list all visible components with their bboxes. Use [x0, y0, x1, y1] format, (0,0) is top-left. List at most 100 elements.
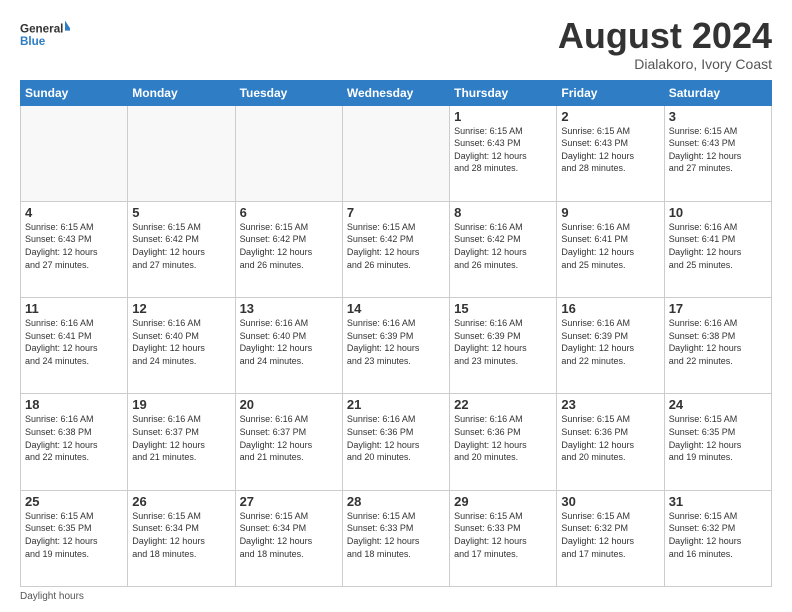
main-title: August 2024	[558, 16, 772, 56]
day-header-monday: Monday	[128, 80, 235, 105]
day-info: Sunrise: 6:15 AM Sunset: 6:43 PM Dayligh…	[561, 125, 659, 175]
title-block: August 2024 Dialakoro, Ivory Coast	[558, 16, 772, 72]
day-number: 19	[132, 397, 230, 412]
day-cell	[342, 105, 449, 201]
day-number: 25	[25, 494, 123, 509]
day-info: Sunrise: 6:16 AM Sunset: 6:37 PM Dayligh…	[132, 413, 230, 463]
footer: Daylight hours	[20, 591, 772, 602]
day-cell: 15Sunrise: 6:16 AM Sunset: 6:39 PM Dayli…	[450, 298, 557, 394]
day-number: 13	[240, 301, 338, 316]
day-number: 9	[561, 205, 659, 220]
day-info: Sunrise: 6:16 AM Sunset: 6:41 PM Dayligh…	[561, 221, 659, 271]
day-info: Sunrise: 6:15 AM Sunset: 6:42 PM Dayligh…	[240, 221, 338, 271]
week-row-4: 18Sunrise: 6:16 AM Sunset: 6:38 PM Dayli…	[21, 394, 772, 490]
day-info: Sunrise: 6:15 AM Sunset: 6:35 PM Dayligh…	[25, 510, 123, 560]
day-number: 1	[454, 109, 552, 124]
day-cell: 17Sunrise: 6:16 AM Sunset: 6:38 PM Dayli…	[664, 298, 771, 394]
day-cell: 30Sunrise: 6:15 AM Sunset: 6:32 PM Dayli…	[557, 490, 664, 586]
day-info: Sunrise: 6:15 AM Sunset: 6:34 PM Dayligh…	[240, 510, 338, 560]
day-header-sunday: Sunday	[21, 80, 128, 105]
day-number: 12	[132, 301, 230, 316]
day-info: Sunrise: 6:15 AM Sunset: 6:43 PM Dayligh…	[669, 125, 767, 175]
day-cell: 26Sunrise: 6:15 AM Sunset: 6:34 PM Dayli…	[128, 490, 235, 586]
day-cell: 22Sunrise: 6:16 AM Sunset: 6:36 PM Dayli…	[450, 394, 557, 490]
day-cell: 1Sunrise: 6:15 AM Sunset: 6:43 PM Daylig…	[450, 105, 557, 201]
subtitle: Dialakoro, Ivory Coast	[558, 56, 772, 72]
day-number: 18	[25, 397, 123, 412]
day-number: 16	[561, 301, 659, 316]
day-cell: 3Sunrise: 6:15 AM Sunset: 6:43 PM Daylig…	[664, 105, 771, 201]
day-number: 15	[454, 301, 552, 316]
day-cell: 29Sunrise: 6:15 AM Sunset: 6:33 PM Dayli…	[450, 490, 557, 586]
header: General Blue August 2024 Dialakoro, Ivor…	[20, 16, 772, 72]
day-info: Sunrise: 6:16 AM Sunset: 6:41 PM Dayligh…	[669, 221, 767, 271]
day-cell: 6Sunrise: 6:15 AM Sunset: 6:42 PM Daylig…	[235, 201, 342, 297]
day-info: Sunrise: 6:15 AM Sunset: 6:36 PM Dayligh…	[561, 413, 659, 463]
logo-svg: General Blue	[20, 16, 70, 52]
footer-label: Daylight hours	[20, 591, 84, 602]
day-cell: 20Sunrise: 6:16 AM Sunset: 6:37 PM Dayli…	[235, 394, 342, 490]
day-cell: 9Sunrise: 6:16 AM Sunset: 6:41 PM Daylig…	[557, 201, 664, 297]
day-cell: 7Sunrise: 6:15 AM Sunset: 6:42 PM Daylig…	[342, 201, 449, 297]
day-info: Sunrise: 6:16 AM Sunset: 6:39 PM Dayligh…	[561, 317, 659, 367]
day-number: 17	[669, 301, 767, 316]
svg-text:General: General	[20, 22, 63, 35]
day-header-thursday: Thursday	[450, 80, 557, 105]
day-info: Sunrise: 6:15 AM Sunset: 6:35 PM Dayligh…	[669, 413, 767, 463]
day-number: 2	[561, 109, 659, 124]
day-cell: 16Sunrise: 6:16 AM Sunset: 6:39 PM Dayli…	[557, 298, 664, 394]
header-row: SundayMondayTuesdayWednesdayThursdayFrid…	[21, 80, 772, 105]
day-cell: 31Sunrise: 6:15 AM Sunset: 6:32 PM Dayli…	[664, 490, 771, 586]
day-info: Sunrise: 6:16 AM Sunset: 6:39 PM Dayligh…	[454, 317, 552, 367]
day-number: 23	[561, 397, 659, 412]
day-number: 28	[347, 494, 445, 509]
day-info: Sunrise: 6:15 AM Sunset: 6:43 PM Dayligh…	[454, 125, 552, 175]
day-number: 29	[454, 494, 552, 509]
day-number: 31	[669, 494, 767, 509]
day-info: Sunrise: 6:15 AM Sunset: 6:33 PM Dayligh…	[347, 510, 445, 560]
day-number: 30	[561, 494, 659, 509]
day-header-tuesday: Tuesday	[235, 80, 342, 105]
day-info: Sunrise: 6:15 AM Sunset: 6:42 PM Dayligh…	[132, 221, 230, 271]
day-header-saturday: Saturday	[664, 80, 771, 105]
day-info: Sunrise: 6:16 AM Sunset: 6:37 PM Dayligh…	[240, 413, 338, 463]
day-number: 7	[347, 205, 445, 220]
day-cell: 24Sunrise: 6:15 AM Sunset: 6:35 PM Dayli…	[664, 394, 771, 490]
day-header-wednesday: Wednesday	[342, 80, 449, 105]
day-info: Sunrise: 6:16 AM Sunset: 6:36 PM Dayligh…	[454, 413, 552, 463]
day-cell: 19Sunrise: 6:16 AM Sunset: 6:37 PM Dayli…	[128, 394, 235, 490]
day-info: Sunrise: 6:16 AM Sunset: 6:40 PM Dayligh…	[132, 317, 230, 367]
day-cell: 8Sunrise: 6:16 AM Sunset: 6:42 PM Daylig…	[450, 201, 557, 297]
day-number: 26	[132, 494, 230, 509]
day-number: 24	[669, 397, 767, 412]
logo: General Blue	[20, 16, 70, 52]
day-cell: 14Sunrise: 6:16 AM Sunset: 6:39 PM Dayli…	[342, 298, 449, 394]
day-cell: 23Sunrise: 6:15 AM Sunset: 6:36 PM Dayli…	[557, 394, 664, 490]
day-number: 11	[25, 301, 123, 316]
day-cell: 5Sunrise: 6:15 AM Sunset: 6:42 PM Daylig…	[128, 201, 235, 297]
day-number: 6	[240, 205, 338, 220]
day-number: 22	[454, 397, 552, 412]
day-cell: 21Sunrise: 6:16 AM Sunset: 6:36 PM Dayli…	[342, 394, 449, 490]
day-info: Sunrise: 6:16 AM Sunset: 6:41 PM Dayligh…	[25, 317, 123, 367]
day-info: Sunrise: 6:16 AM Sunset: 6:38 PM Dayligh…	[25, 413, 123, 463]
day-cell	[235, 105, 342, 201]
day-number: 21	[347, 397, 445, 412]
day-info: Sunrise: 6:16 AM Sunset: 6:36 PM Dayligh…	[347, 413, 445, 463]
day-cell: 10Sunrise: 6:16 AM Sunset: 6:41 PM Dayli…	[664, 201, 771, 297]
day-info: Sunrise: 6:15 AM Sunset: 6:32 PM Dayligh…	[561, 510, 659, 560]
day-cell	[21, 105, 128, 201]
day-number: 14	[347, 301, 445, 316]
day-info: Sunrise: 6:15 AM Sunset: 6:43 PM Dayligh…	[25, 221, 123, 271]
day-info: Sunrise: 6:16 AM Sunset: 6:38 PM Dayligh…	[669, 317, 767, 367]
day-cell: 25Sunrise: 6:15 AM Sunset: 6:35 PM Dayli…	[21, 490, 128, 586]
day-number: 20	[240, 397, 338, 412]
day-cell: 13Sunrise: 6:16 AM Sunset: 6:40 PM Dayli…	[235, 298, 342, 394]
day-info: Sunrise: 6:16 AM Sunset: 6:40 PM Dayligh…	[240, 317, 338, 367]
day-cell: 12Sunrise: 6:16 AM Sunset: 6:40 PM Dayli…	[128, 298, 235, 394]
day-number: 5	[132, 205, 230, 220]
day-info: Sunrise: 6:16 AM Sunset: 6:42 PM Dayligh…	[454, 221, 552, 271]
day-info: Sunrise: 6:15 AM Sunset: 6:42 PM Dayligh…	[347, 221, 445, 271]
day-cell: 2Sunrise: 6:15 AM Sunset: 6:43 PM Daylig…	[557, 105, 664, 201]
day-cell: 4Sunrise: 6:15 AM Sunset: 6:43 PM Daylig…	[21, 201, 128, 297]
